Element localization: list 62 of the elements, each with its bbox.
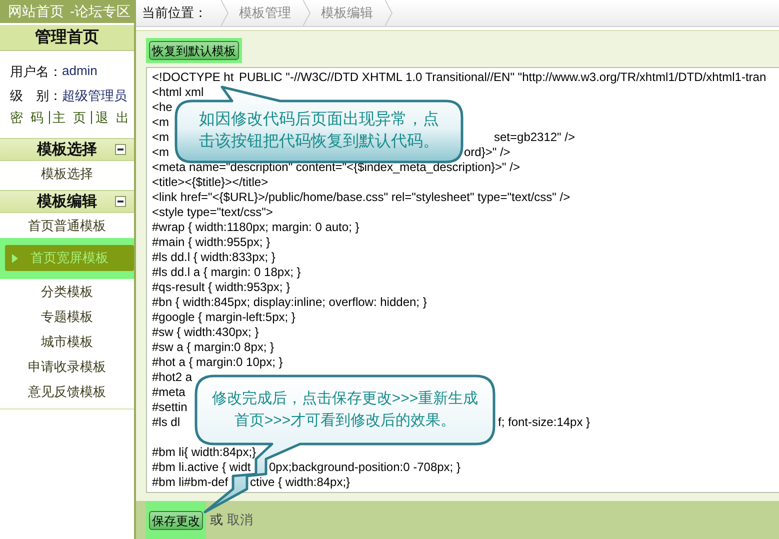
section-title: 模板选择: [37, 140, 97, 159]
code-text: <m: [152, 130, 170, 145]
sidebar-item[interactable]: 模板选择: [0, 161, 134, 186]
code-text: #bm li#bm-def: [152, 475, 228, 490]
code-text: #ls dd.l { width:833px; }: [152, 250, 276, 265]
user-field-label: 用户名：: [10, 63, 62, 81]
user-field-value: admin: [62, 63, 98, 80]
code-text: <style type="text/css">: [152, 205, 273, 220]
sidebar-title: 管理首页: [0, 25, 134, 51]
code-text: #hot2 a: [152, 370, 192, 385]
sidebar-item[interactable]: 专题模板: [0, 304, 134, 329]
code-text: #bm li.active { widt: [152, 460, 251, 475]
triangle-icon: [12, 254, 18, 263]
code-text: #sw { width:430px; }: [152, 325, 259, 340]
account-link[interactable]: 主 页: [48, 111, 92, 124]
code-text: f; font-size:14px }: [498, 415, 590, 430]
collapse-icon[interactable]: [115, 144, 126, 155]
code-text: set=gb2312" />: [494, 130, 575, 145]
user-field-value: 超级管理员: [62, 87, 127, 105]
code-text: #wrap { width:1180px; margin: 0 auto; }: [152, 220, 360, 235]
or-text: 或: [210, 511, 223, 529]
code-text: #main { width:955px; }: [152, 235, 270, 250]
code-text: #sw a { margin:0 8px; }: [152, 340, 274, 355]
code-text: #settin: [152, 400, 188, 415]
account-link[interactable]: 密 码: [10, 111, 49, 124]
account-link[interactable]: 退 出: [91, 111, 134, 124]
cancel-link[interactable]: 取消: [227, 511, 253, 529]
code-text: PUBLIC "-//W3C//DTD XHTML 1.0 Transitional//EN" "http://www.w3.org/TR/xhtml1/DTD/xhtml1-tran: [239, 70, 766, 85]
code-text: <html xml: [152, 85, 204, 100]
section-title: 模板编辑: [37, 192, 97, 211]
sidebar-item[interactable]: 申请收录模板: [0, 354, 134, 379]
callout-text: 如因修改代码后页面出现异常，点击该按钮把代码恢复到默认代码。: [198, 110, 440, 152]
code-text: <he: [152, 100, 172, 115]
collapse-icon[interactable]: [115, 196, 126, 207]
code-text: 0px;background-position:0 -708px; }: [269, 460, 460, 475]
code-text: #bn { width:845px; display:inline; overflow: hidden; }: [152, 295, 427, 310]
code-text: #google { margin-left:5px; }: [152, 310, 296, 325]
code-text: #meta: [152, 385, 186, 400]
section-header[interactable]: 模板编辑: [0, 190, 134, 213]
code-text: #ls dd.l a { margin: 0 18px; }: [152, 265, 301, 280]
sidebar-item[interactable]: 城市模板: [0, 329, 134, 354]
sidebar-item[interactable]: 首页普通模板: [0, 213, 134, 238]
code-text: ord}>" />: [464, 145, 510, 160]
code-text: #ls dl: [152, 415, 180, 430]
code-text: #hot a { margin:0 10px; }: [152, 355, 283, 370]
breadcrumb-label: 当前位置：: [142, 4, 208, 22]
code-text: <m: [152, 115, 170, 130]
code-text: <meta name="description" content="<{$index_meta_description}>" />: [152, 160, 520, 175]
code-text: <!DOCTYPE ht: [152, 70, 234, 85]
save-button[interactable]: 保存更改: [149, 510, 203, 530]
callout-text: 修改完成后，点击保存更改>>>重新生成首页>>>才可看到修改后的效果。: [210, 389, 480, 431]
code-text: #bm li{ width:84px;}: [152, 445, 256, 460]
user-field-label: 级 别：: [10, 87, 62, 105]
code-text: #qs-result { width:953px; }: [152, 280, 290, 295]
section-header[interactable]: 模板选择: [0, 138, 134, 161]
code-text: <link href="<{$URL}>/public/home/base.css" rel="stylesheet" type="text/css" />: [152, 190, 570, 205]
sidebar-item[interactable]: 意见反馈模板: [0, 379, 134, 404]
sidebar-item[interactable]: 分类模板: [0, 279, 134, 304]
restore-default-button[interactable]: 恢复到默认模板: [149, 41, 239, 60]
code-text: <title><{$title}></title>: [152, 175, 268, 190]
code-text: <m: [152, 145, 170, 160]
code-text: ctive { width:84px;}: [250, 475, 350, 490]
